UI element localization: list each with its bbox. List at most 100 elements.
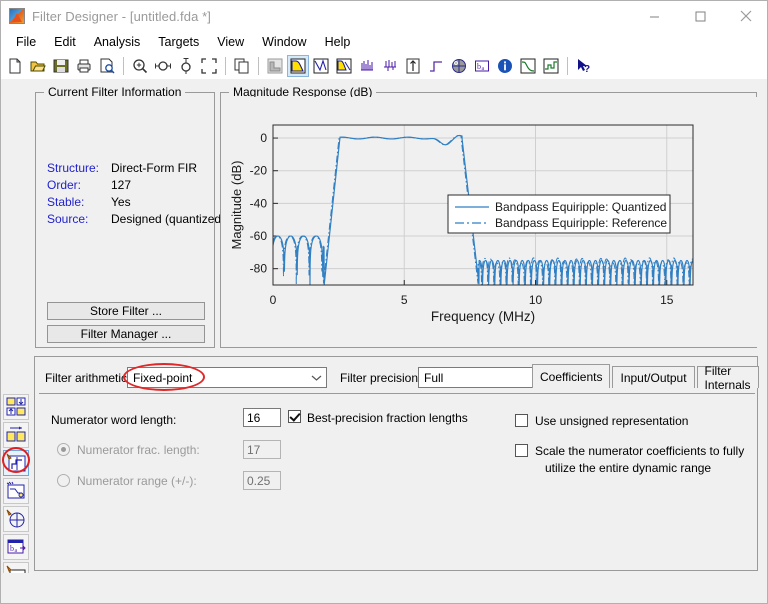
status-bar: Apply CSDN @色郎中 bbox=[1, 573, 767, 603]
import-filter-icon[interactable] bbox=[3, 422, 29, 448]
magnitude-response-chart[interactable]: 0 -20 -40 -60 -80 0 5 10 15 Magnitude (dB) Frequ… bbox=[221, 97, 758, 347]
best-precision-label: Best-precision fraction lengths bbox=[307, 411, 468, 425]
open-file-icon[interactable] bbox=[27, 55, 49, 77]
quantize-filter-icon[interactable] bbox=[3, 450, 29, 476]
filter-arithmetic-value: Fixed-point bbox=[133, 370, 193, 385]
menu-edit[interactable]: Edit bbox=[45, 33, 85, 51]
magnitude-response-estimate-icon[interactable] bbox=[517, 55, 539, 77]
numerator-range-label: Numerator range (+/-): bbox=[77, 474, 197, 488]
filter-precision-value: Full bbox=[424, 370, 444, 385]
group-delay-icon[interactable] bbox=[356, 55, 378, 77]
source-value: Designed (quantized) bbox=[111, 212, 226, 226]
print-icon[interactable] bbox=[73, 55, 95, 77]
panel-title: Current Filter Information bbox=[44, 85, 186, 99]
quantization-tabs: Coefficients Input/Output Filter Interna… bbox=[532, 364, 761, 392]
toolbar-separator bbox=[258, 57, 260, 75]
title-bar: Filter Designer - [untitled.fda *] bbox=[1, 1, 767, 31]
step-response-icon[interactable] bbox=[425, 55, 447, 77]
tab-input-output[interactable]: Input/Output bbox=[612, 366, 695, 388]
round-off-noise-icon[interactable] bbox=[540, 55, 562, 77]
svg-text:a: a bbox=[482, 66, 485, 72]
use-unsigned-checkbox[interactable] bbox=[515, 414, 528, 427]
phase-delay-icon[interactable] bbox=[379, 55, 401, 77]
set-quantization-params-icon[interactable]: b a bbox=[3, 534, 29, 560]
legend-entry-quantized: Bandpass Equiripple: Quantized bbox=[495, 200, 666, 214]
toolbar-separator bbox=[567, 57, 569, 75]
numerator-word-length-label: Numerator word length: bbox=[51, 413, 177, 427]
phase-response-icon[interactable] bbox=[310, 55, 332, 77]
chart-svg: 0 -20 -40 -60 -80 0 5 10 15 Magnitude (dB) Frequ… bbox=[221, 97, 758, 347]
tool-bar: ba ? bbox=[1, 53, 767, 79]
transform-filter-icon[interactable] bbox=[3, 478, 29, 504]
stable-value: Yes bbox=[111, 195, 131, 209]
filter-designer-window: Filter Designer - [untitled.fda *] File … bbox=[0, 0, 768, 604]
numerator-range-radio[interactable] bbox=[57, 474, 70, 487]
svg-text:-60: -60 bbox=[250, 229, 268, 243]
filter-information-icon[interactable] bbox=[494, 55, 516, 77]
svg-text:10: 10 bbox=[529, 293, 543, 307]
magnitude-response-icon[interactable] bbox=[287, 55, 309, 77]
source-label: Source: bbox=[47, 212, 89, 226]
filter-specs-icon[interactable] bbox=[264, 55, 286, 77]
pole-zero-icon[interactable] bbox=[448, 55, 470, 77]
toolbar-separator bbox=[225, 57, 227, 75]
numerator-range-input[interactable]: 0.25 bbox=[243, 471, 281, 490]
menu-targets[interactable]: Targets bbox=[149, 33, 208, 51]
menu-file[interactable]: File bbox=[7, 33, 45, 51]
maximize-button[interactable] bbox=[677, 1, 723, 31]
zoom-x-icon[interactable] bbox=[152, 55, 174, 77]
chart-legend[interactable]: Bandpass Equiripple: Quantized Bandpass … bbox=[447, 194, 671, 234]
svg-text:b: b bbox=[477, 62, 481, 71]
design-filter-icon[interactable] bbox=[3, 394, 29, 420]
help-pointer-icon[interactable]: ? bbox=[573, 55, 595, 77]
close-button[interactable] bbox=[723, 1, 767, 31]
menu-view[interactable]: View bbox=[208, 33, 253, 51]
filter-arithmetic-select[interactable]: Fixed-point bbox=[127, 367, 327, 388]
save-icon[interactable] bbox=[50, 55, 72, 77]
minimize-button[interactable] bbox=[631, 1, 677, 31]
filter-precision-label: Filter precision: bbox=[340, 371, 422, 385]
new-file-icon[interactable] bbox=[4, 55, 26, 77]
filter-arithmetic-label: Filter arithmetic: bbox=[45, 371, 131, 385]
menu-analysis[interactable]: Analysis bbox=[85, 33, 150, 51]
filter-coefficients-icon[interactable]: ba bbox=[471, 55, 493, 77]
tab-filter-internals[interactable]: Filter Internals bbox=[696, 364, 759, 392]
menu-bar: File Edit Analysis Targets View Window H… bbox=[1, 31, 767, 53]
filter-manager-button[interactable]: Filter Manager ... bbox=[47, 325, 205, 343]
svg-text:b: b bbox=[10, 544, 14, 553]
structure-value: Direct-Form FIR bbox=[111, 161, 197, 175]
stable-label: Stable: bbox=[47, 195, 85, 209]
best-precision-checkbox[interactable] bbox=[288, 410, 301, 423]
numerator-frac-length-input[interactable]: 17 bbox=[243, 440, 281, 459]
copy-icon[interactable] bbox=[231, 55, 253, 77]
zoom-y-icon[interactable] bbox=[175, 55, 197, 77]
numerator-frac-length-radio[interactable] bbox=[57, 443, 70, 456]
y-axis-label: Magnitude (dB) bbox=[229, 161, 244, 250]
full-view-icon[interactable] bbox=[198, 55, 220, 77]
matlab-membrane-icon bbox=[9, 8, 25, 24]
print-preview-icon[interactable] bbox=[96, 55, 118, 77]
store-filter-button[interactable]: Store Filter ... bbox=[47, 302, 205, 320]
scale-numerator-checkbox[interactable] bbox=[515, 444, 528, 457]
order-value: 127 bbox=[111, 178, 132, 192]
svg-text:5: 5 bbox=[401, 293, 408, 307]
scale-numerator-label-line1: Scale the numerator coefficients to full… bbox=[535, 444, 745, 458]
quantization-panel: Filter arithmetic: Fixed-point Filter pr… bbox=[34, 356, 761, 571]
magnitude-response-panel: Magnitude Response (dB) 0 -20 -40 -60 -80 0 5 1… bbox=[220, 85, 758, 348]
svg-text:-20: -20 bbox=[250, 164, 268, 178]
svg-text:15: 15 bbox=[660, 293, 674, 307]
svg-text:?: ? bbox=[584, 64, 590, 74]
svg-text:0: 0 bbox=[270, 293, 277, 307]
magnitude-phase-icon[interactable] bbox=[333, 55, 355, 77]
menu-window[interactable]: Window bbox=[253, 33, 315, 51]
coefficients-tab-content: Numerator word length: 16 Best-precision… bbox=[39, 393, 755, 568]
numerator-word-length-input[interactable]: 16 bbox=[243, 408, 281, 427]
order-label: Order: bbox=[47, 178, 82, 192]
zoom-in-icon[interactable] bbox=[129, 55, 151, 77]
impulse-response-icon[interactable] bbox=[402, 55, 424, 77]
chevron-down-icon bbox=[306, 368, 326, 387]
svg-text:-80: -80 bbox=[250, 262, 268, 276]
menu-help[interactable]: Help bbox=[316, 33, 360, 51]
tab-coefficients[interactable]: Coefficients bbox=[532, 364, 611, 388]
pole-zero-editor-icon[interactable] bbox=[3, 506, 29, 532]
